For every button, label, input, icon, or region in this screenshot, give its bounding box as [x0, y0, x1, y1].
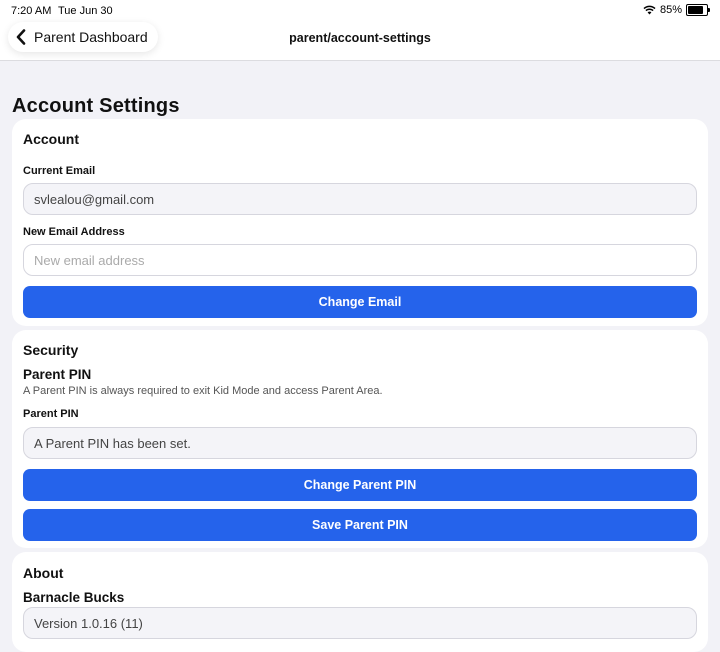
security-heading: Security [23, 342, 79, 358]
save-parent-pin-button[interactable]: Save Parent PIN [23, 509, 697, 541]
battery-icon [686, 4, 710, 16]
status-time: 7:20 AM [11, 5, 52, 17]
about-heading: About [23, 565, 64, 581]
app-name: Barnacle Bucks [23, 590, 125, 605]
new-email-label: New Email Address [23, 226, 125, 238]
parent-pin-status-field: A Parent PIN has been set. [23, 427, 697, 459]
account-heading: Account [23, 131, 79, 147]
change-parent-pin-button[interactable]: Change Parent PIN [23, 469, 697, 501]
account-card: Account Current Email svlealou@gmail.com… [12, 119, 708, 326]
parent-pin-label: Parent PIN [23, 408, 79, 420]
parent-pin-title: Parent PIN [23, 367, 92, 382]
version-field: Version 1.0.16 (11) [23, 607, 697, 639]
status-right: 85% [643, 4, 710, 16]
change-email-button[interactable]: Change Email [23, 286, 697, 318]
page-title: Account Settings [12, 95, 180, 117]
new-email-input[interactable] [23, 244, 697, 276]
battery-percent: 85% [659, 4, 682, 16]
wifi-icon [643, 5, 656, 15]
current-email-field: svlealou@gmail.com [23, 183, 697, 215]
security-card: Security Parent PIN A Parent PIN is alwa… [12, 330, 708, 548]
status-bar: 7:20 AM Tue Jun 30 85% [0, 0, 720, 22]
status-date: Tue Jun 30 [58, 5, 113, 17]
current-email-label: Current Email [23, 165, 96, 177]
parent-pin-help: A Parent PIN is always required to exit … [23, 385, 383, 397]
about-card: About Barnacle Bucks Version 1.0.16 (11) [12, 552, 708, 652]
route-path: parent/account-settings [289, 31, 431, 45]
navigation-bar: Parent Dashboard parent/account-settings [0, 22, 720, 61]
